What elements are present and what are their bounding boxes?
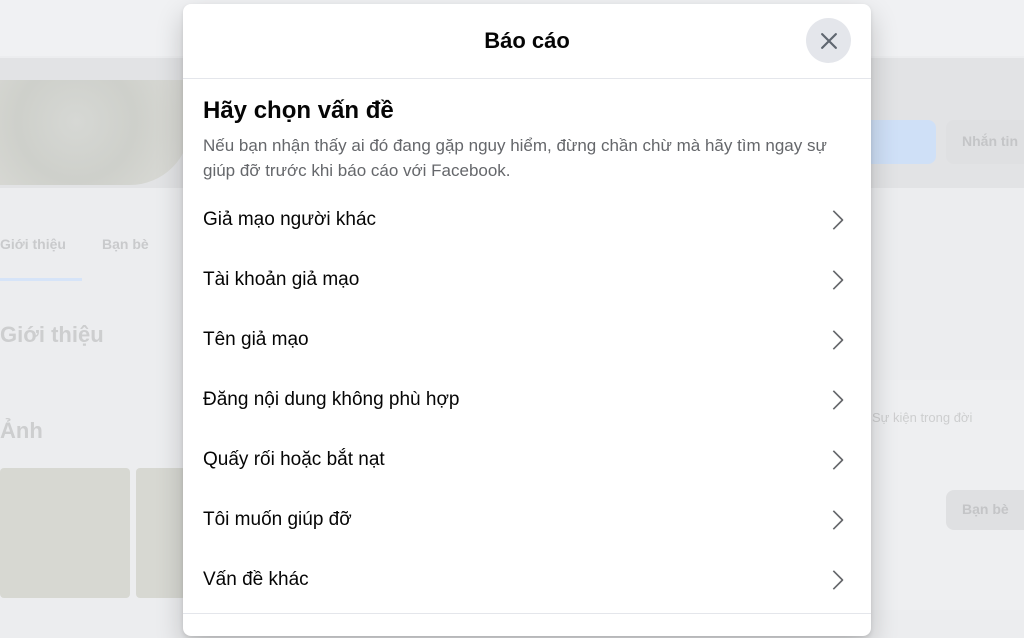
option-label: Tên giả mạo — [203, 329, 309, 350]
report-options-list: Giả mạo người khác Tài khoản giả mạo Tên… — [203, 190, 851, 610]
option-label: Đăng nội dung không phù hợp — [203, 389, 460, 410]
option-label: Tài khoản giả mạo — [203, 269, 360, 290]
option-fake-name[interactable]: Tên giả mạo — [203, 310, 851, 370]
background-photos-heading: Ảnh — [0, 418, 43, 443]
background-profile-photo — [0, 80, 190, 185]
report-dialog: Báo cáo Hãy chọn vấn đề Nếu bạn nhận thấ… — [183, 4, 871, 636]
background-tab: Giới thiệu — [0, 236, 66, 252]
option-label: Giả mạo người khác — [203, 209, 377, 230]
section-title: Hãy chọn vấn đề — [203, 97, 394, 124]
background-right-button: Bạn bè — [946, 490, 1024, 530]
chevron-right-icon — [832, 390, 844, 410]
option-label: Quấy rối hoặc bắt nạt — [203, 449, 385, 470]
section-description: Nếu bạn nhận thấy ai đó đang gặp nguy hi… — [203, 136, 827, 180]
chevron-right-icon — [832, 450, 844, 470]
background-about-heading: Giới thiệu — [0, 322, 104, 347]
background-tab: Bạn bè — [102, 236, 149, 252]
option-other-problem[interactable]: Vấn đề khác — [203, 550, 851, 610]
close-button[interactable] — [806, 18, 851, 63]
chevron-right-icon — [832, 570, 844, 590]
background-message-button: Nhắn tin — [946, 120, 1024, 164]
option-label: Vấn đề khác — [203, 569, 309, 590]
option-impersonation[interactable]: Giả mạo người khác — [203, 190, 851, 250]
chevron-right-icon — [832, 510, 844, 530]
chevron-right-icon — [832, 270, 844, 290]
option-fake-account[interactable]: Tài khoản giả mạo — [203, 250, 851, 310]
option-label: Tôi muốn giúp đỡ — [203, 509, 352, 530]
option-i-want-help[interactable]: Tôi muốn giúp đỡ — [203, 490, 851, 550]
dialog-header: Báo cáo — [183, 4, 871, 79]
dialog-body: Hãy chọn vấn đề Nếu bạn nhận thấy ai đó … — [183, 79, 871, 610]
background-tab-underline — [0, 278, 82, 281]
background-photo — [136, 468, 186, 598]
background-right-text: Sự kiện trong đời — [872, 410, 973, 425]
dialog-footer-divider — [183, 613, 871, 614]
chevron-right-icon — [832, 330, 844, 350]
option-inappropriate-content[interactable]: Đăng nội dung không phù hợp — [203, 370, 851, 430]
option-harassment-bullying[interactable]: Quấy rối hoặc bắt nạt — [203, 430, 851, 490]
close-icon — [820, 32, 837, 49]
dialog-title: Báo cáo — [484, 28, 570, 53]
chevron-right-icon — [832, 210, 844, 230]
background-photo — [0, 468, 130, 598]
